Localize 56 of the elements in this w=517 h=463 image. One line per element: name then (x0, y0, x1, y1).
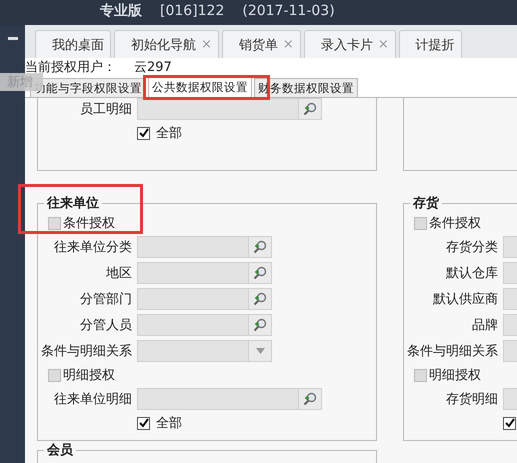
checkbox[interactable] (48, 216, 61, 230)
checkbox-label: 条件授权 (63, 215, 115, 232)
field-label: 员工明细 (79, 101, 132, 118)
checkbox[interactable] (414, 216, 427, 230)
tab[interactable]: 计提折 (398, 30, 462, 58)
checkbox[interactable] (137, 126, 150, 140)
dropdown-field[interactable] (137, 340, 272, 362)
search-icon[interactable] (303, 102, 317, 116)
checkbox[interactable] (137, 416, 150, 430)
lookup-field[interactable] (137, 236, 272, 258)
checkbox-label: 明细授权 (429, 367, 481, 384)
user-value: 云297 (134, 58, 172, 76)
collapse-icon[interactable] (8, 37, 18, 40)
lookup-field[interactable] (137, 314, 272, 336)
field-label: 存货分类 (445, 239, 498, 256)
lookup-field[interactable] (137, 388, 322, 410)
field-label: 默认仓库 (445, 265, 498, 282)
checkbox[interactable] (414, 368, 427, 382)
lookup-field[interactable] (137, 262, 272, 284)
field-label: 地区 (105, 265, 132, 282)
field-label: 默认供应商 (432, 291, 498, 308)
checkbox[interactable] (503, 416, 516, 430)
field-label: 分管人员 (79, 317, 132, 334)
group-title: 存货 (412, 195, 440, 212)
tab[interactable]: 销货单 × (222, 30, 301, 58)
group-title: 会员 (46, 442, 74, 459)
lookup-field[interactable] (137, 98, 322, 120)
field-label: 往来单位分类 (53, 239, 132, 256)
dropdown-arrow-icon[interactable] (256, 348, 264, 354)
checkbox-label: 明细授权 (63, 367, 115, 384)
search-icon[interactable] (253, 240, 267, 254)
tab[interactable]: 公共数据权限设置 (148, 76, 252, 97)
search-icon[interactable] (253, 318, 267, 332)
date-label: (2017-11-03) (242, 2, 335, 20)
product-name: 专业版 (100, 2, 142, 20)
search-icon[interactable] (253, 266, 267, 280)
account-label: [016]122 (160, 2, 224, 20)
checkbox[interactable] (48, 368, 61, 382)
user-label: 当前授权用户： (25, 58, 116, 76)
field-label: 往来单位明细 (53, 391, 132, 408)
group-title: 往来单位 (46, 195, 100, 212)
field-label: 条件与明细关系 (40, 343, 132, 360)
field-label: 分管部门 (79, 291, 132, 308)
tab[interactable]: 初始化导航 × (114, 30, 219, 58)
tab[interactable]: 我的桌面 (35, 30, 111, 58)
checkbox-label: 全部 (156, 415, 182, 432)
tab[interactable]: 功能与字段权限设置 (30, 78, 146, 97)
tab[interactable]: 录入卡片 × (304, 30, 396, 58)
search-icon[interactable] (303, 392, 317, 406)
field-label: 品牌 (471, 317, 498, 334)
checkbox-label: 全部 (156, 125, 182, 142)
field-label: 存货明细 (445, 391, 498, 408)
field-label: 条件与明细关系 (406, 343, 498, 360)
checkbox-label: 条件授权 (429, 215, 481, 232)
lookup-field[interactable] (137, 288, 272, 310)
search-icon[interactable] (253, 292, 267, 306)
